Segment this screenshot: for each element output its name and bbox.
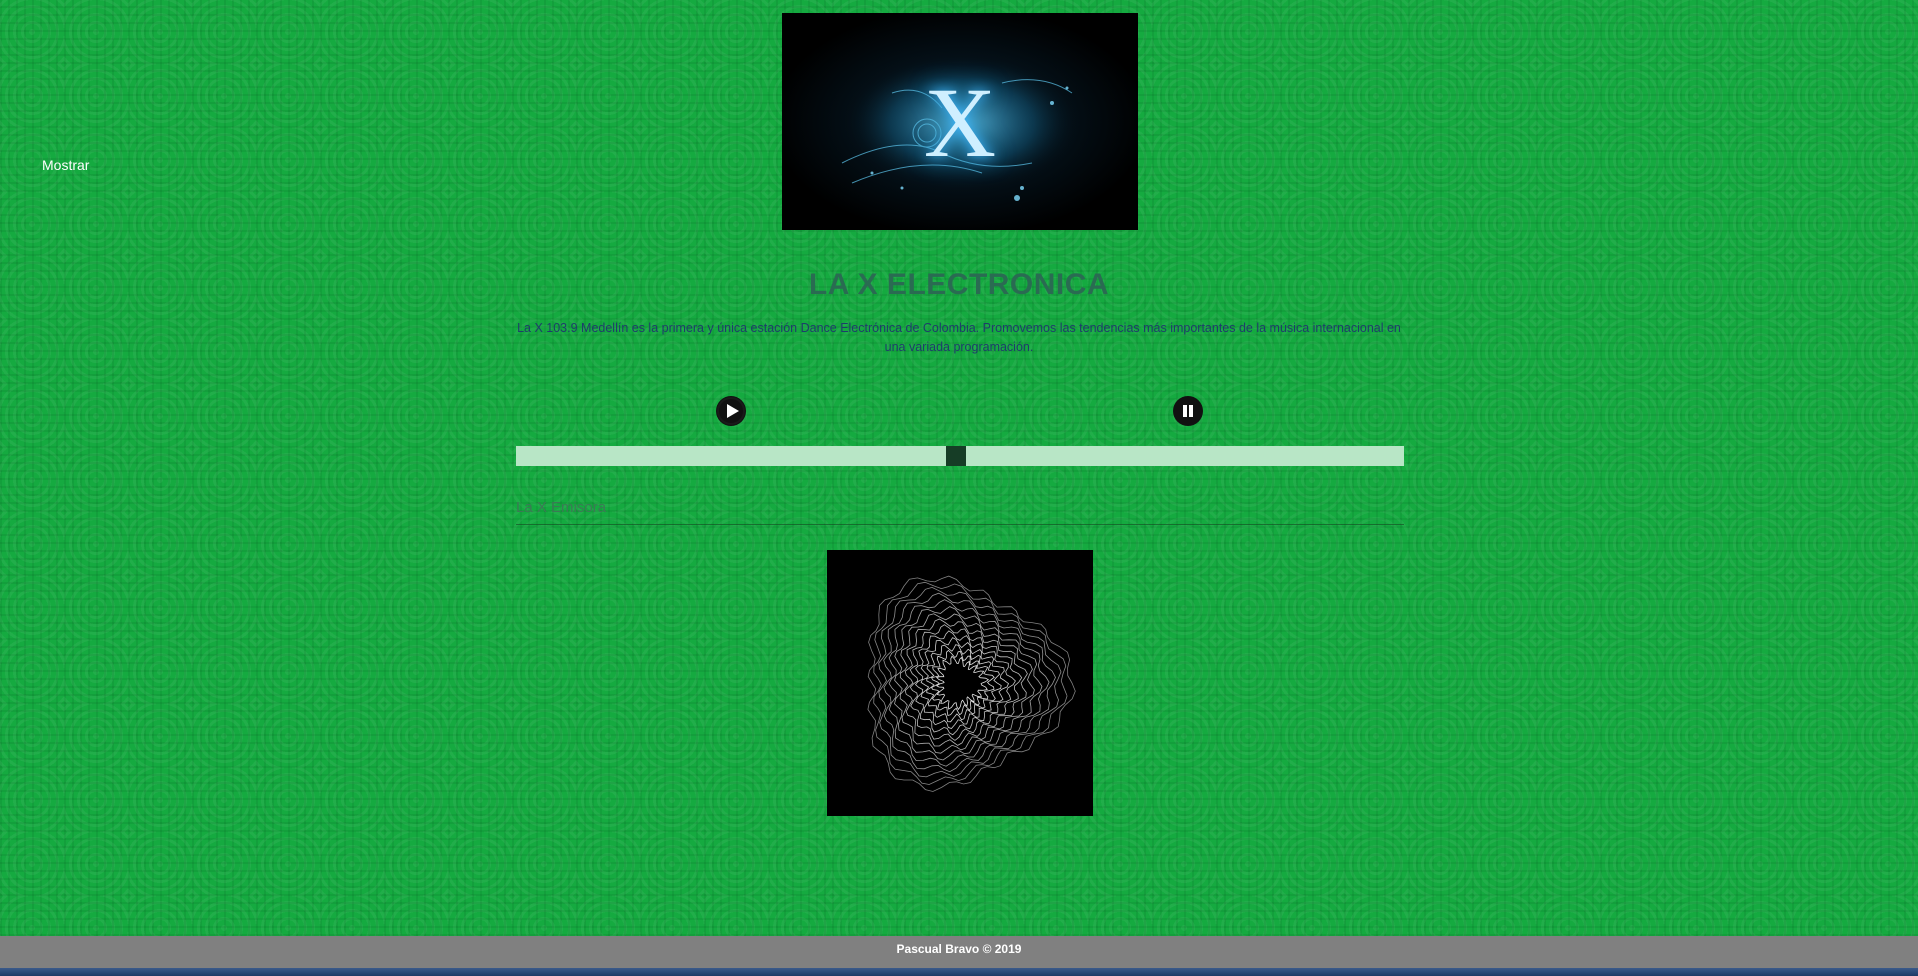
- slider-thumb[interactable]: [946, 446, 966, 466]
- volume-slider[interactable]: [516, 446, 1404, 466]
- divider: [516, 524, 1404, 525]
- station-name: La X Emisora: [516, 499, 607, 516]
- station-description: La X 103.9 Medellín es la primera y únic…: [517, 321, 1401, 354]
- footer-text: Pascual Bravo © 2019: [896, 942, 1022, 956]
- play-icon: [717, 397, 745, 425]
- station-logo: X: [782, 13, 1138, 230]
- show-menu-link[interactable]: Mostrar: [42, 157, 89, 173]
- logo-letter: X: [923, 67, 997, 178]
- page-title: LA X ELECTRONICA: [808, 268, 1110, 301]
- play-button[interactable]: [716, 396, 746, 426]
- os-taskbar: [0, 968, 1918, 976]
- pause-button[interactable]: [1173, 396, 1203, 426]
- pause-icon: [1183, 405, 1193, 417]
- album-art: [827, 550, 1093, 816]
